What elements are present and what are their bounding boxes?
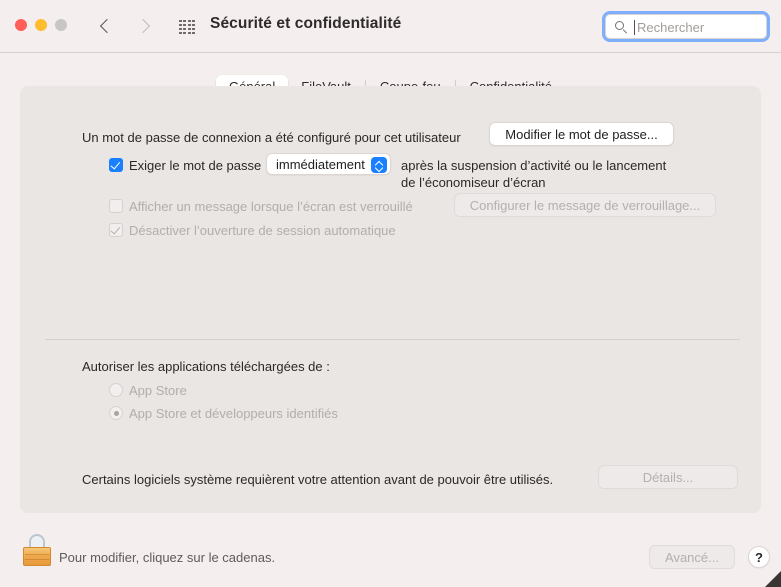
advanced-button[interactable]: Avancé...: [649, 545, 735, 569]
page-title: Sécurité et confidentialité: [210, 15, 402, 32]
radio-app-store-label: App Store: [129, 383, 187, 398]
forward-chevron-icon[interactable]: [135, 14, 153, 38]
require-password-label: Exiger le mot de passe: [129, 158, 262, 173]
system-preferences-window: Sécurité et confidentialité Rechercher G…: [0, 0, 781, 587]
radio-app-store-identified-developers-label: App Store et développeurs identifiés: [129, 406, 338, 421]
traffic-light-buttons: [15, 19, 67, 31]
disable-auto-login-label: Désactiver l’ouverture de session automa…: [129, 223, 396, 238]
back-chevron-icon[interactable]: [97, 14, 115, 38]
minimize-window-button[interactable]: [35, 19, 47, 31]
search-field[interactable]: Rechercher: [602, 11, 770, 42]
general-settings-panel: Un mot de passe de connexion a été confi…: [20, 86, 761, 513]
lock-hint-text: Pour modifier, cliquez sur le cadenas.: [59, 550, 276, 565]
chevron-updown-icon: [371, 157, 387, 173]
password-status-label: Un mot de passe de connexion a été confi…: [82, 130, 461, 145]
require-password-suffix-line1: après la suspension d’activité ou le lan…: [401, 158, 667, 173]
search-focus-ring: [602, 11, 770, 42]
section-divider: [45, 339, 740, 340]
software-notice-text: Certains logiciels système requièrent vo…: [82, 472, 554, 487]
show-lock-message-label: Afficher un message lorsque l’écran est …: [129, 199, 413, 214]
apps-grid-icon[interactable]: [179, 20, 195, 34]
lock-closed-icon[interactable]: [23, 534, 51, 566]
disable-auto-login-checkbox[interactable]: [109, 223, 123, 237]
change-password-button[interactable]: Modifier le mot de passe...: [489, 122, 674, 146]
require-password-checkbox[interactable]: [109, 158, 123, 172]
window-resize-grip[interactable]: [765, 571, 781, 587]
toolbar: Sécurité et confidentialité Rechercher: [0, 0, 781, 53]
navigation-arrows: [97, 14, 153, 38]
details-button[interactable]: Détails...: [598, 465, 738, 489]
zoom-window-button[interactable]: [55, 19, 67, 31]
show-lock-message-checkbox[interactable]: [109, 199, 123, 213]
radio-app-store[interactable]: [109, 383, 123, 397]
require-password-delay-value: immédiatement: [276, 156, 365, 172]
radio-app-store-identified-developers[interactable]: [109, 406, 123, 420]
close-window-button[interactable]: [15, 19, 27, 31]
allow-apps-heading: Autoriser les applications téléchargées …: [82, 359, 330, 374]
require-password-suffix-line2: de l’économiseur d’écran: [401, 175, 546, 190]
require-password-delay-popup[interactable]: immédiatement: [266, 153, 391, 175]
configure-lock-message-button[interactable]: Configurer le message de verrouillage...: [454, 193, 716, 217]
help-button[interactable]: ?: [748, 546, 770, 568]
